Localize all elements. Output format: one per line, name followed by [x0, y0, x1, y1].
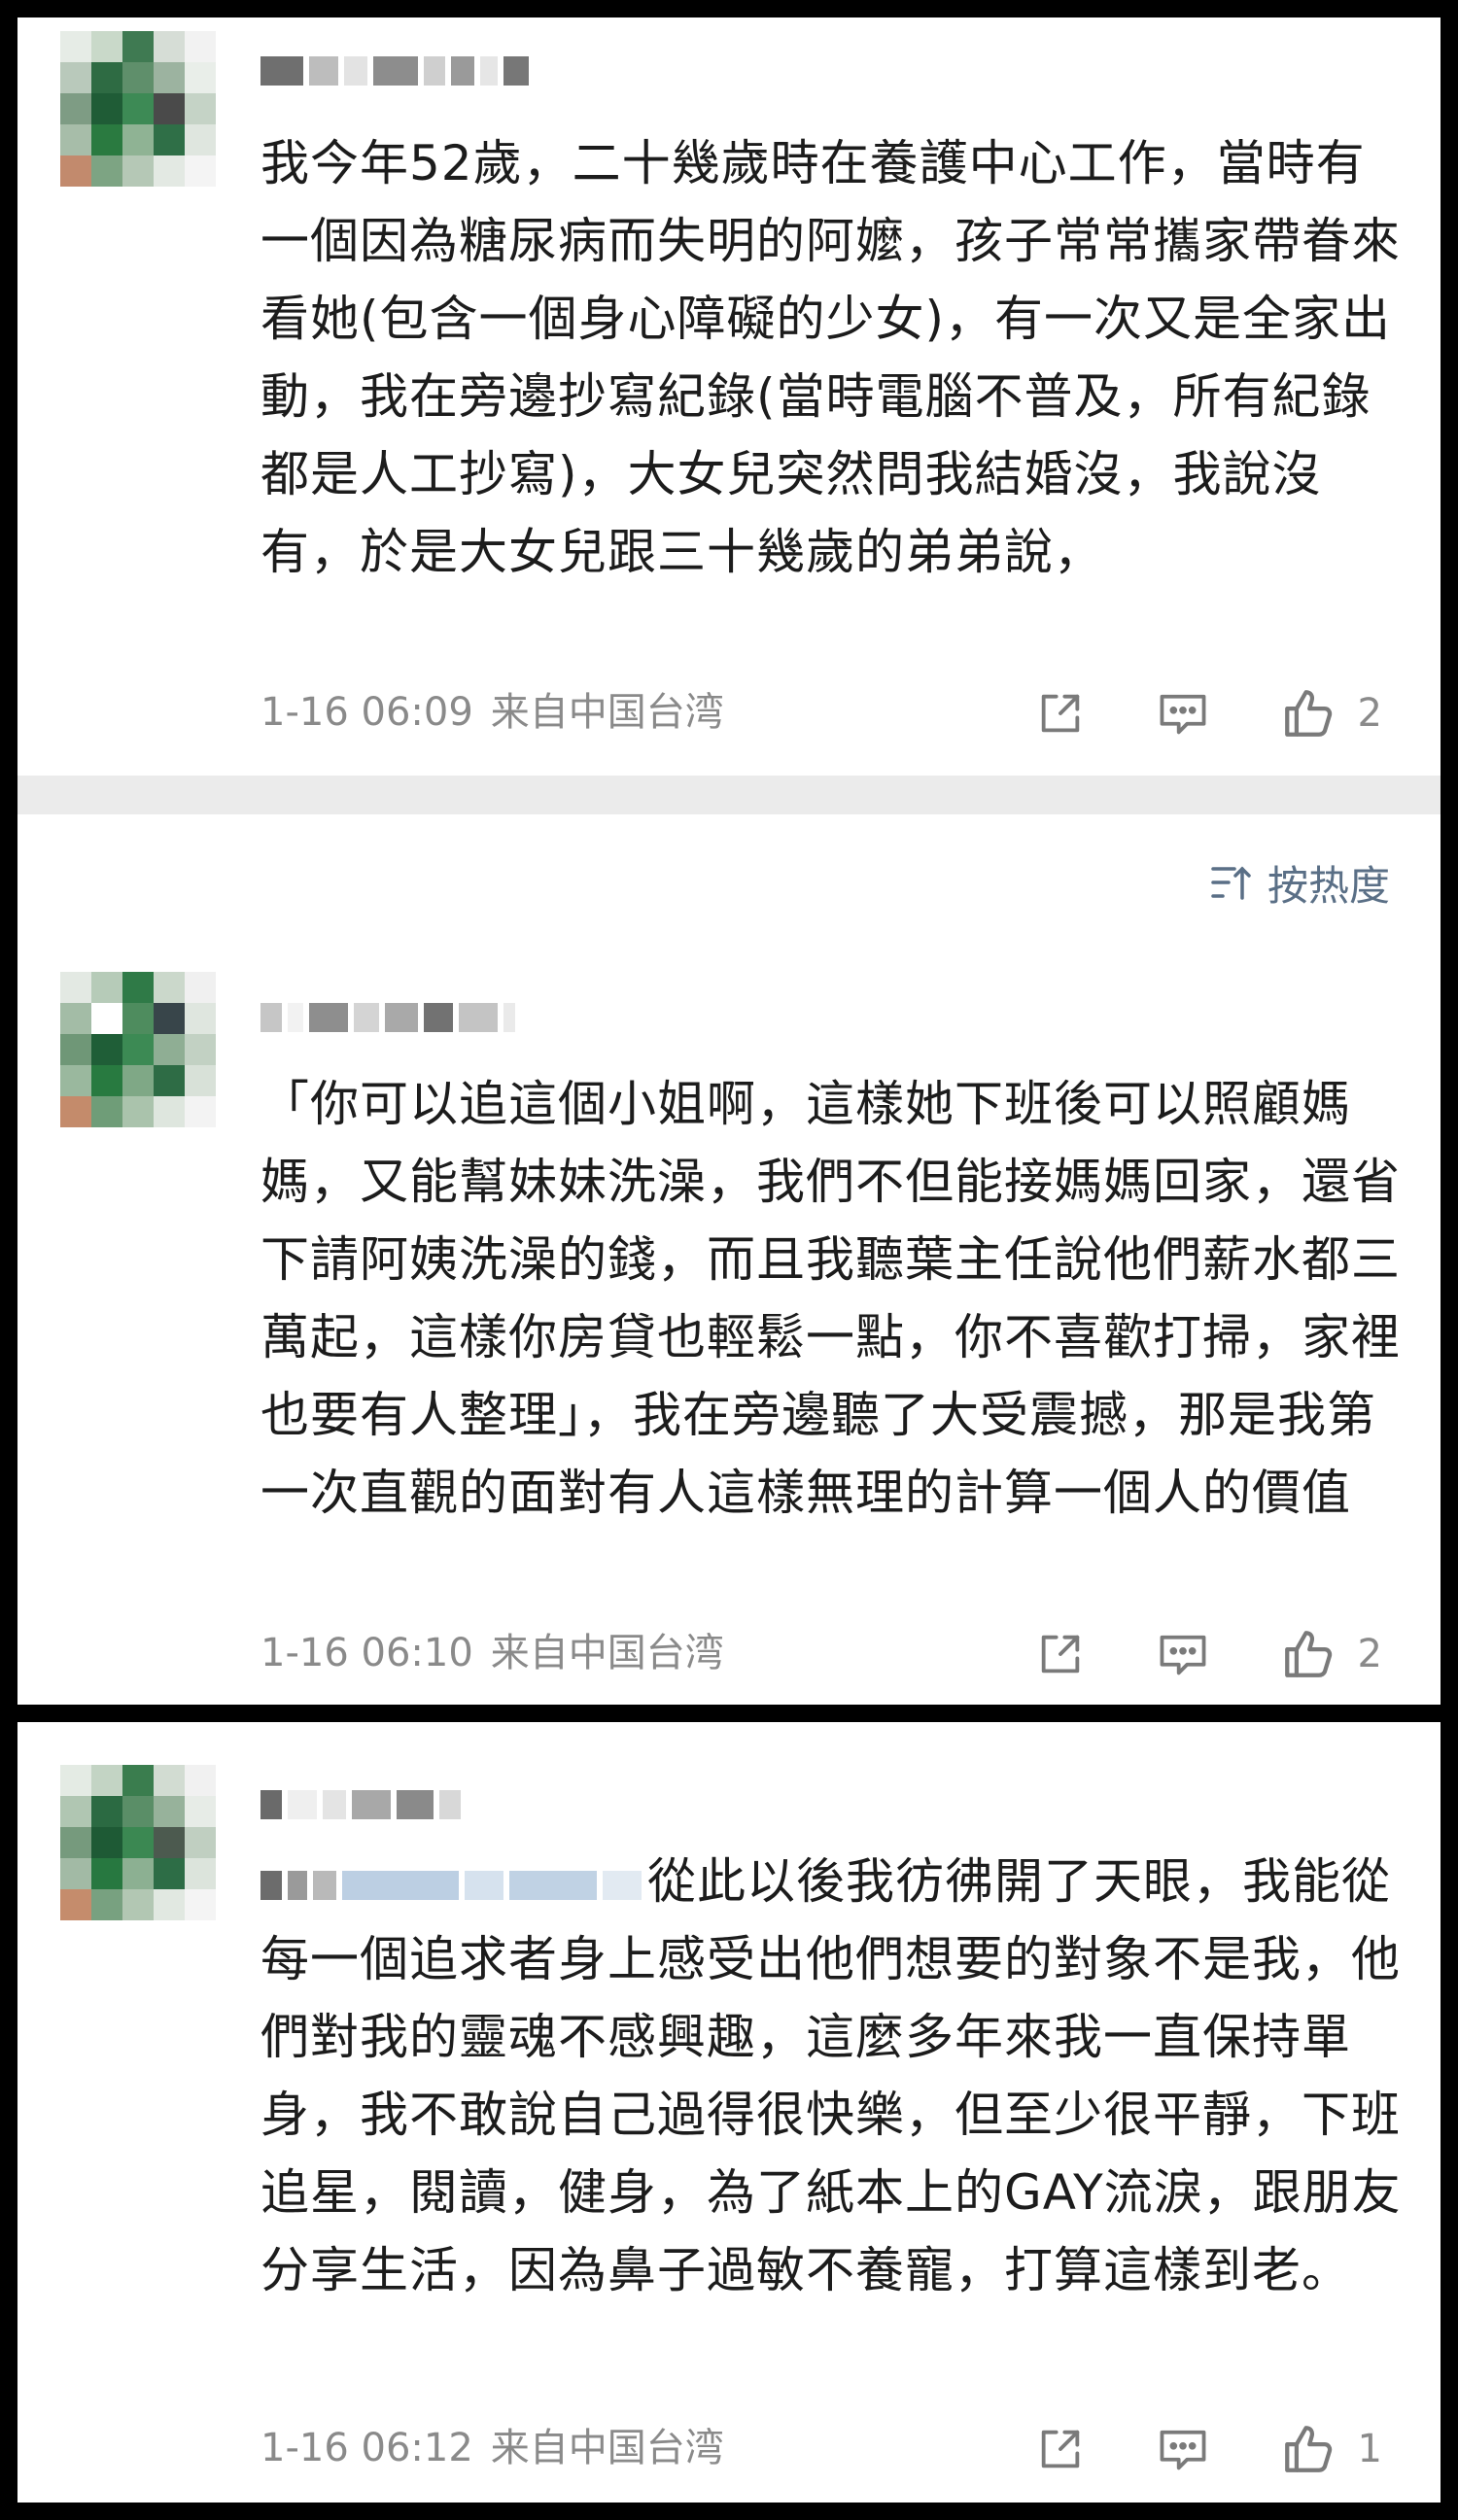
comment-time: 1-16 06:09	[260, 690, 473, 735]
comment-panel: 我今年52歲，二十幾歲時在養護中心工作，當時有一個因為糖尿病而失明的阿嬤，孩子常…	[17, 17, 1441, 1705]
comment-icon[interactable]	[1156, 1629, 1210, 1679]
like-count: 1	[1357, 2427, 1382, 2471]
username-redacted[interactable]	[260, 1788, 461, 1821]
like-button[interactable]: 2	[1280, 1626, 1382, 1682]
comment-item: 我今年52歲，二十幾歲時在養護中心工作，當時有一個因為糖尿病而失明的阿嬤，孩子常…	[17, 17, 1441, 776]
comment-text: 從此以後我彷彿開了天眼，我能從每一個追求者身上感受出他們想要的對象不是我，他們對…	[260, 1843, 1407, 2309]
comment-location: 来自中国台湾	[490, 2426, 724, 2470]
like-count: 2	[1357, 1632, 1382, 1676]
comment-text: 我今年52歲，二十幾歲時在養護中心工作，當時有一個因為糖尿病而失明的阿嬤，孩子常…	[260, 135, 1401, 580]
comment-text: 「你可以追這個小姐啊，這樣她下班後可以照顧媽媽，又能幫妹妹洗澡，我們不但能接媽媽…	[260, 1076, 1401, 1521]
like-button[interactable]: 1	[1280, 2421, 1382, 2477]
redacted-mention	[260, 1853, 647, 1910]
thumbs-up-icon	[1284, 1631, 1332, 1677]
comment-actions: 2	[1035, 1625, 1382, 1683]
username-redacted[interactable]	[260, 54, 529, 87]
comment-location: 来自中国台湾	[490, 1631, 724, 1675]
comment-item: 「你可以追這個小姐啊，這樣她下班後可以照顧媽媽，又能幫妹妹洗澡，我們不但能接媽媽…	[17, 950, 1441, 1705]
share-icon[interactable]	[1035, 2424, 1086, 2474]
comment-icon[interactable]	[1156, 688, 1210, 739]
share-icon[interactable]	[1035, 1629, 1086, 1679]
comment-item: 從此以後我彷彿開了天眼，我能從每一個追求者身上感受出他們想要的對象不是我，他們對…	[17, 1722, 1441, 2503]
comment-actions: 1	[1035, 2420, 1382, 2478]
avatar[interactable]	[60, 1765, 216, 1920]
comment-panel: 從此以後我彷彿開了天眼，我能從每一個追求者身上感受出他們想要的對象不是我，他們對…	[17, 1722, 1441, 2503]
comment-body: 從此以後我彷彿開了天眼，我能從每一個追求者身上感受出他們想要的對象不是我，他們對…	[260, 1853, 1402, 2298]
sort-label: 按热度	[1267, 861, 1390, 910]
comment-time: 1-16 06:12	[260, 2426, 473, 2470]
thumbs-up-icon	[1284, 690, 1332, 737]
comment-location: 来自中国台湾	[490, 690, 724, 735]
section-separator	[17, 776, 1441, 814]
avatar[interactable]	[60, 972, 216, 1127]
comment-meta: 1-16 06:09 来自中国台湾	[260, 688, 724, 737]
like-button[interactable]: 2	[1280, 685, 1382, 742]
comment-time: 1-16 06:10	[260, 1631, 473, 1675]
sort-icon	[1211, 866, 1251, 900]
username-redacted[interactable]	[260, 1001, 515, 1034]
comment-meta: 1-16 06:10 来自中国台湾	[260, 1629, 724, 1677]
comment-icon[interactable]	[1156, 2424, 1210, 2474]
comment-actions: 2	[1035, 684, 1382, 742]
share-icon[interactable]	[1035, 688, 1086, 739]
comment-meta: 1-16 06:12 来自中国台湾	[260, 2424, 724, 2472]
sort-by-hot-button[interactable]: 按热度	[1209, 853, 1390, 912]
like-count: 2	[1357, 691, 1382, 736]
avatar[interactable]	[60, 31, 216, 187]
thumbs-up-icon	[1284, 2426, 1332, 2472]
